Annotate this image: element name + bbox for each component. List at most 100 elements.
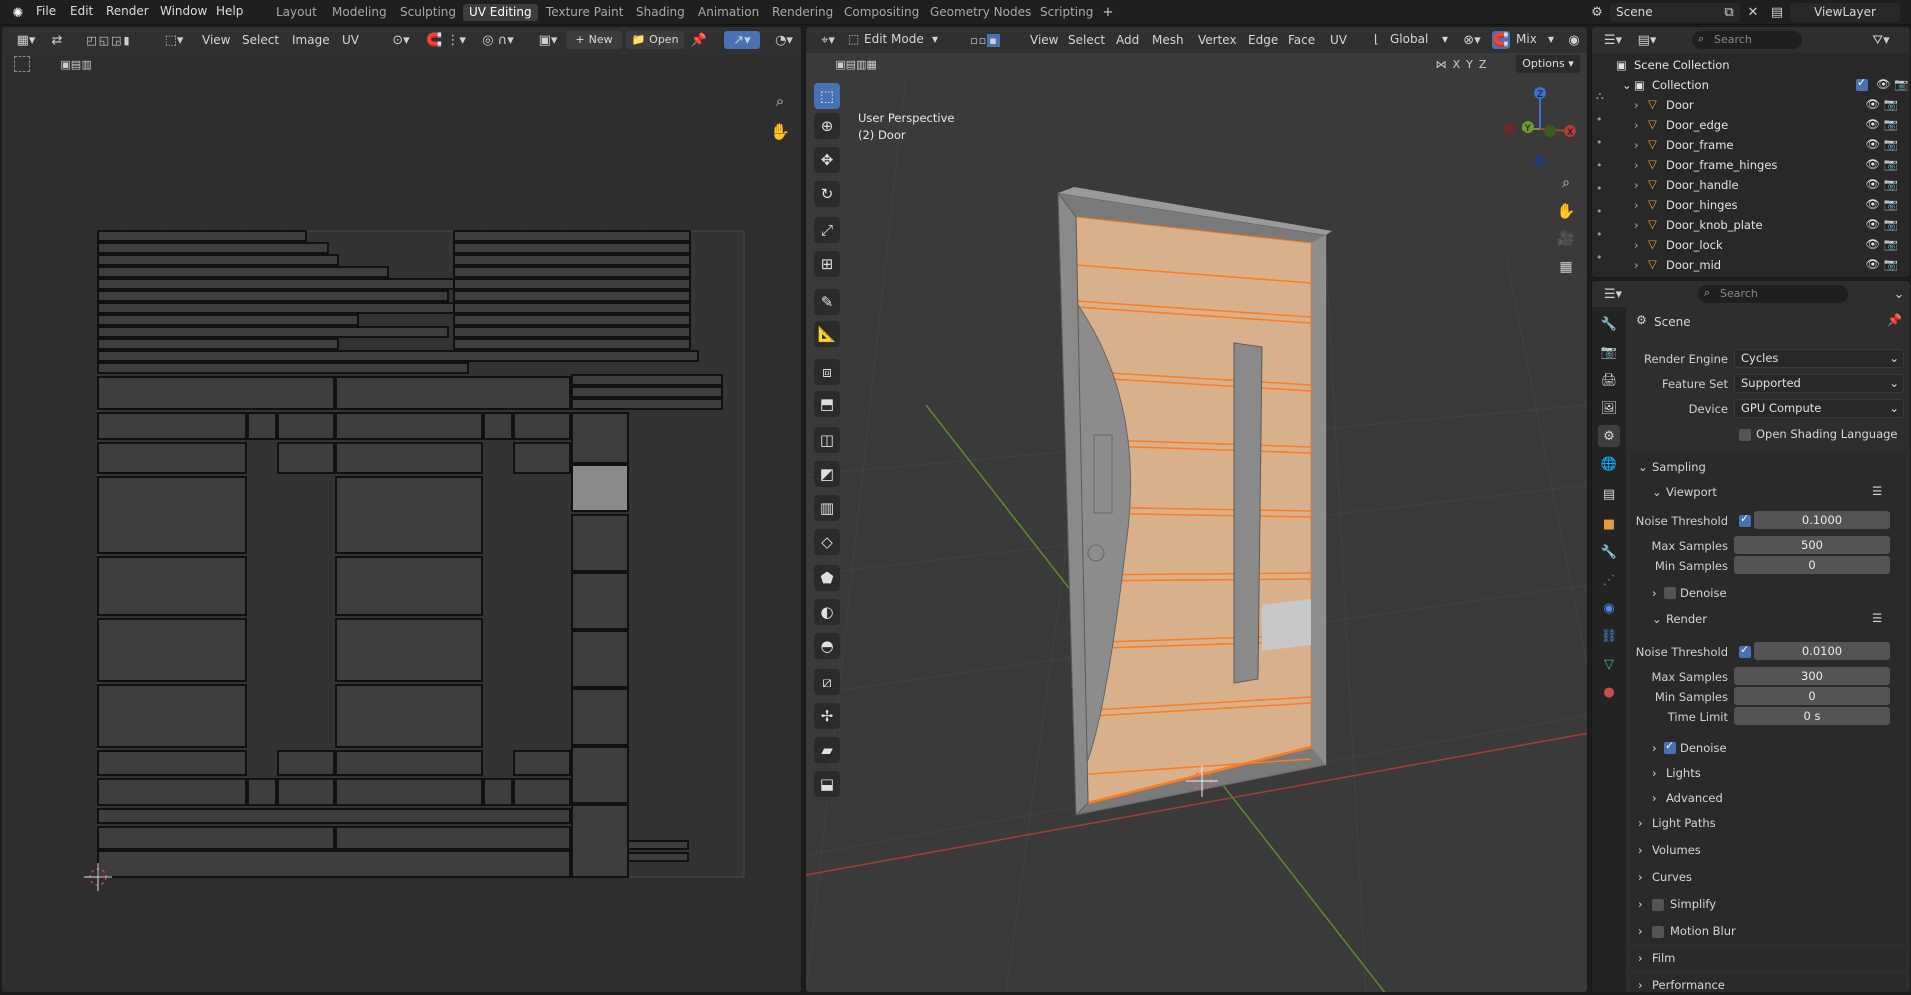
tab-layout[interactable]: Layout — [270, 4, 323, 21]
menu-render[interactable]: Render — [106, 4, 149, 18]
expand-arrow-icon[interactable]: › — [1634, 178, 1639, 192]
rotate-tool[interactable]: ↻ — [814, 181, 840, 207]
vp-min-samples-field[interactable]: 0 — [1734, 556, 1890, 574]
osl-checkbox[interactable] — [1739, 429, 1751, 441]
r-noise-threshold-checkbox[interactable] — [1739, 643, 1751, 658]
vp-menu-mesh[interactable]: Mesh — [1152, 33, 1184, 47]
snap-toggle-icon[interactable]: 🧲 — [1492, 31, 1510, 49]
collection-row[interactable]: ⌄ ▣ Collection 👁 📷 — [1592, 75, 1910, 95]
visibility-eye-icon[interactable]: 👁 — [1865, 117, 1880, 131]
visibility-eye-icon[interactable]: 👁 — [1865, 237, 1880, 251]
expand-arrow-icon[interactable]: › — [1634, 158, 1639, 172]
particles-tab-icon[interactable]: ⋰ — [1598, 569, 1620, 591]
mirror-axis-buttons[interactable]: ⋈ X Y Z — [1416, 55, 1506, 73]
inset-tool[interactable]: ◫ — [814, 427, 840, 453]
vp-menu-view[interactable]: View — [1030, 33, 1058, 47]
mesh-select-mode-icons[interactable]: ▫▫ ▪ — [954, 31, 1016, 49]
knife-tool[interactable]: ◇ — [814, 529, 840, 555]
material-tab-icon[interactable]: ● — [1598, 681, 1620, 703]
outliner-object-row[interactable]: › ▽ Door_hinges 📷 👁 — [1592, 195, 1910, 215]
outliner-type-icon[interactable]: ☰▾ — [1598, 31, 1628, 49]
modifier-tab-icon[interactable]: 🔧 — [1598, 541, 1620, 563]
properties-type-icon[interactable]: ☰▾ — [1598, 285, 1628, 303]
extrude-tool[interactable]: ⬒ — [814, 391, 840, 417]
menu-help[interactable]: Help — [216, 4, 243, 18]
output-tab-icon[interactable]: 🖨 — [1598, 369, 1620, 391]
visibility-eye-icon[interactable]: 👁 — [1865, 157, 1880, 171]
visibility-eye-icon[interactable]: 👁 — [1865, 257, 1880, 271]
vp-denoise-checkbox[interactable] — [1664, 587, 1676, 599]
smooth-tool[interactable]: ◓ — [814, 633, 840, 659]
uv-menu-uv[interactable]: UV — [342, 33, 359, 47]
visibility-eye-icon[interactable]: 👁 — [1865, 217, 1880, 231]
mirror-y-button[interactable]: Y — [1466, 58, 1473, 71]
panel-expand-icon[interactable]: › — [1638, 924, 1643, 938]
outliner-object-row[interactable]: › ▽ Door_mid 📷 👁 — [1592, 255, 1910, 275]
vp-denoise-expand-icon[interactable]: › — [1652, 586, 1657, 600]
vp-menu-edge[interactable]: Edge — [1248, 33, 1278, 47]
render-camera-icon[interactable]: 📷 — [1884, 157, 1898, 171]
tab-scripting[interactable]: Scripting — [1034, 4, 1099, 21]
panel-expand-icon[interactable]: › — [1638, 816, 1643, 830]
menu-edit[interactable]: Edit — [70, 4, 93, 18]
scale-tool[interactable]: ⤢ — [814, 217, 840, 243]
render-camera-icon[interactable]: 📷 — [1884, 177, 1898, 191]
cursor-tool[interactable]: ⊕ — [814, 113, 840, 139]
camera-view-icon[interactable]: 🎥 — [1554, 227, 1578, 251]
new-scene-icon[interactable]: ⧉ — [1720, 3, 1738, 21]
visibility-eye-icon[interactable]: 👁 — [1865, 137, 1880, 151]
viewport-canvas[interactable] — [806, 75, 1588, 993]
outliner-object-row[interactable]: › ▽ Door_lock 📷 👁 — [1592, 235, 1910, 255]
visibility-eye-icon[interactable]: 👁 — [1876, 77, 1891, 91]
object-tab-icon[interactable]: ■ — [1598, 513, 1620, 535]
render-camera-icon[interactable]: 📷 — [1884, 97, 1898, 111]
transform-tool[interactable]: ⊞ — [814, 251, 840, 277]
collapsed-panel[interactable]: › Curves — [1630, 866, 1906, 890]
outliner-object-row[interactable]: › ▽ Door_frame_hinges 📷 👁 — [1592, 155, 1910, 175]
device-dropdown[interactable]: GPU Compute ⌄ — [1734, 399, 1904, 418]
viewport-expand-icon[interactable]: ⌄ — [1652, 485, 1662, 499]
panel-expand-icon[interactable]: › — [1638, 843, 1643, 857]
viewport-presets-icon[interactable]: ☰ — [1872, 484, 1882, 498]
filter-side-icon[interactable]: ⛬ — [1596, 89, 1614, 103]
sync-selection-icon[interactable]: ⇄ — [48, 31, 66, 49]
tab-animation[interactable]: Animation — [692, 4, 765, 21]
expand-arrow-icon[interactable]: › — [1634, 98, 1639, 112]
vp-menu-uv[interactable]: UV — [1330, 33, 1347, 47]
view-layer-tab-icon[interactable]: 🖼 — [1598, 397, 1620, 419]
tool-tab-icon[interactable]: 🔧 — [1598, 313, 1620, 335]
loop-cut-tool[interactable]: ▥ — [814, 495, 840, 521]
pivot-point-icon[interactable]: ⊗▾ — [1458, 31, 1486, 49]
move-tool[interactable]: ✥ — [814, 147, 840, 173]
uv-menu-view[interactable]: View — [202, 33, 230, 47]
vp-menu-vertex[interactable]: Vertex — [1198, 33, 1237, 47]
uv-canvas[interactable] — [2, 53, 802, 993]
render-camera-icon[interactable]: 📷 — [1884, 117, 1898, 131]
r-noise-threshold-field[interactable]: 0.0100 — [1754, 642, 1890, 660]
render-expand-icon[interactable]: ⌄ — [1652, 612, 1662, 626]
outliner-object-row[interactable]: › ▽ Door_edge 📷 👁 — [1592, 115, 1910, 135]
properties-options-icon[interactable]: ⌄ — [1890, 285, 1908, 303]
pivot-icon[interactable]: ⊙▾ — [386, 31, 416, 49]
uv-menu-select[interactable]: Select — [242, 33, 279, 47]
vp-menu-face[interactable]: Face — [1288, 33, 1315, 47]
data-tab-icon[interactable]: ▽ — [1598, 653, 1620, 675]
panel-expand-icon[interactable]: › — [1638, 870, 1643, 884]
render-tab-icon[interactable]: 📷 — [1598, 341, 1620, 363]
menu-window[interactable]: Window — [160, 4, 207, 18]
outliner-search[interactable]: ⌕ Search — [1692, 31, 1802, 49]
tab-compositing[interactable]: Compositing — [838, 4, 925, 21]
tab-shading[interactable]: Shading — [630, 4, 691, 21]
collapsed-panel[interactable]: › Motion Blur — [1630, 920, 1906, 944]
pin-icon[interactable]: 📌 — [1887, 313, 1902, 327]
mirror-x-button[interactable]: X — [1453, 58, 1461, 71]
r-denoise-expand-icon[interactable]: › — [1652, 741, 1657, 755]
sticky-select-icon[interactable]: ⬚▾ — [160, 31, 188, 49]
vp-noise-threshold-field[interactable]: 0.1000 — [1754, 511, 1890, 529]
lights-subpanel-header[interactable]: Lights — [1666, 766, 1701, 780]
time-limit-field[interactable]: 0 s — [1734, 707, 1890, 725]
delete-scene-icon[interactable]: ✕ — [1744, 3, 1762, 21]
constraints-tab-icon[interactable]: ⛓ — [1598, 625, 1620, 647]
blender-logo-icon[interactable]: ✺ — [8, 3, 28, 23]
r-denoise-checkbox[interactable] — [1664, 739, 1676, 754]
